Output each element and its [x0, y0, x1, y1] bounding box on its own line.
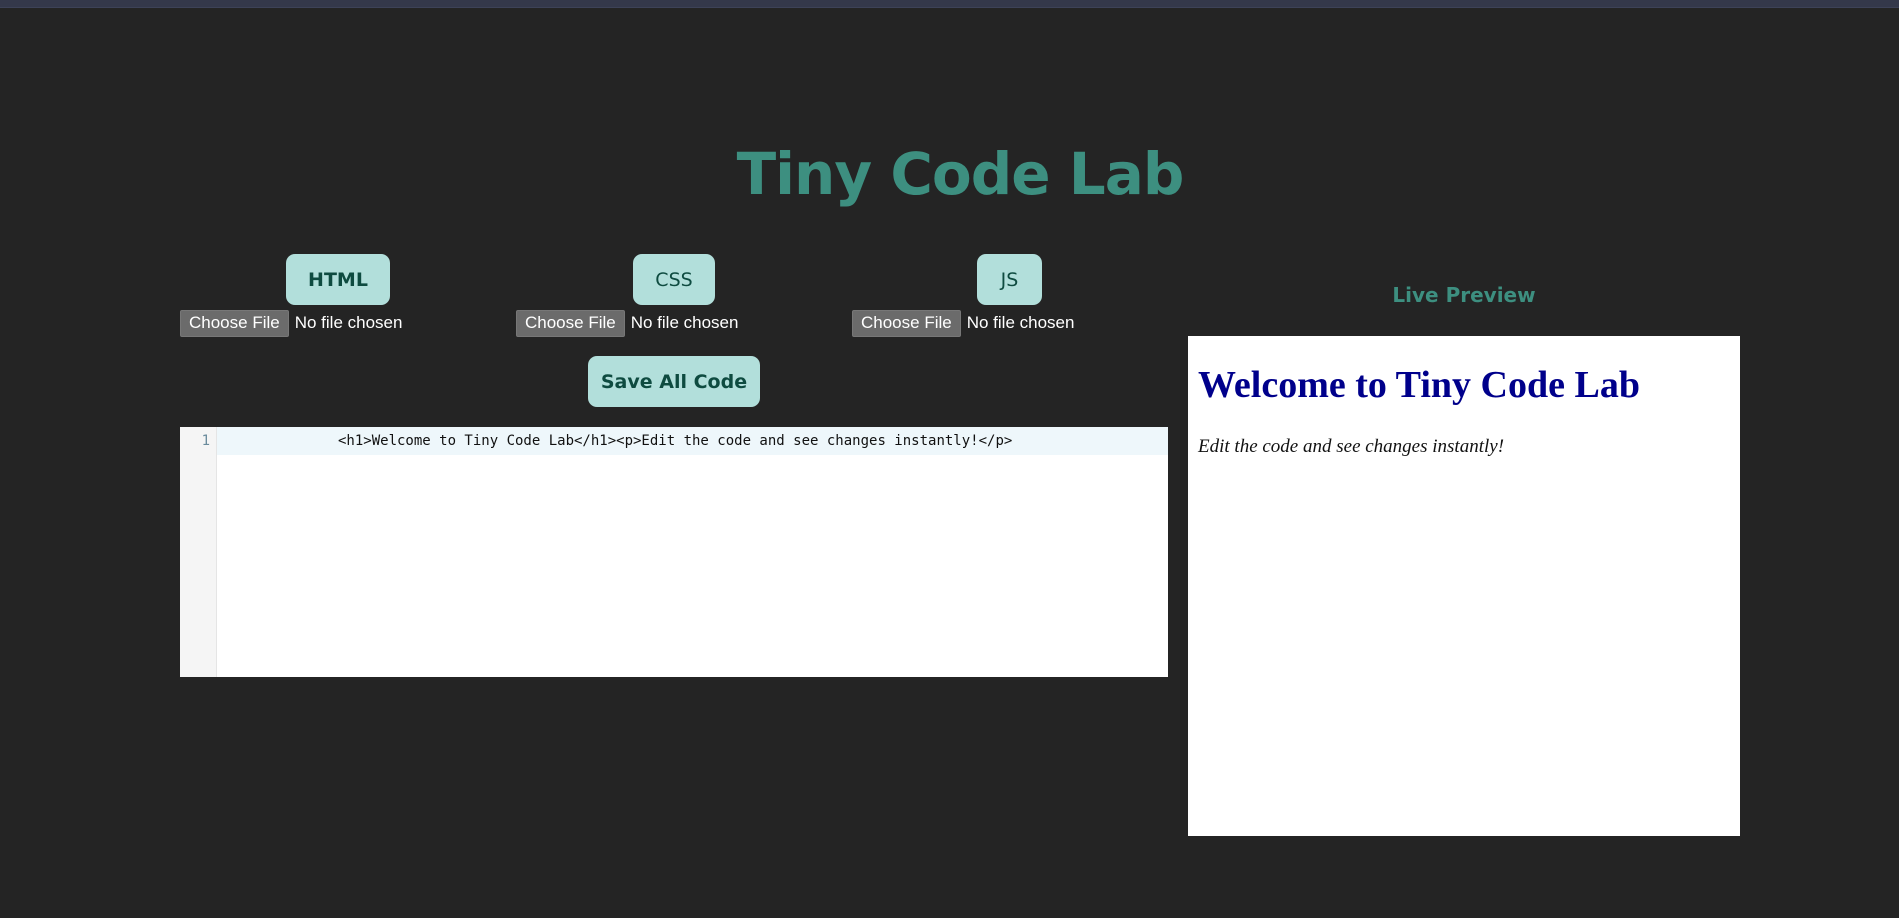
js-file-status: No file chosen — [966, 313, 1075, 332]
css-file-status: No file chosen — [630, 313, 739, 332]
preview-paragraph: Edit the code and see changes instantly! — [1198, 436, 1505, 457]
html-file-status: No file chosen — [294, 313, 403, 332]
window-top-bar — [0, 0, 1899, 8]
tab-css[interactable]: CSS — [633, 254, 715, 305]
js-file-input[interactable]: Choose File No file chosen — [852, 309, 1074, 337]
tab-js[interactable]: JS — [977, 254, 1042, 305]
code-editor[interactable]: 1 <h1>Welcome to Tiny Code Lab</h1><p>Ed… — [180, 427, 1168, 677]
app-title: Tiny Code Lab — [736, 140, 1185, 208]
save-all-code-button[interactable]: Save All Code — [588, 356, 760, 407]
preview-h1: Welcome to Tiny Code Lab — [1198, 364, 1640, 406]
code-line[interactable]: <h1>Welcome to Tiny Code Lab</h1><p>Edit… — [338, 433, 1012, 449]
editor-gutter: 1 — [180, 427, 217, 677]
html-choose-file-button[interactable]: Choose File — [180, 309, 289, 337]
html-file-input[interactable]: Choose File No file chosen — [180, 309, 402, 337]
js-choose-file-button[interactable]: Choose File — [852, 309, 961, 337]
css-file-input[interactable]: Choose File No file chosen — [516, 309, 738, 337]
line-number: 1 — [201, 433, 210, 449]
live-preview-frame: Welcome to Tiny Code Lab Edit the code a… — [1188, 336, 1740, 836]
css-choose-file-button[interactable]: Choose File — [516, 309, 625, 337]
tab-html[interactable]: HTML — [286, 254, 390, 305]
live-preview-heading: Live Preview — [1392, 283, 1536, 307]
